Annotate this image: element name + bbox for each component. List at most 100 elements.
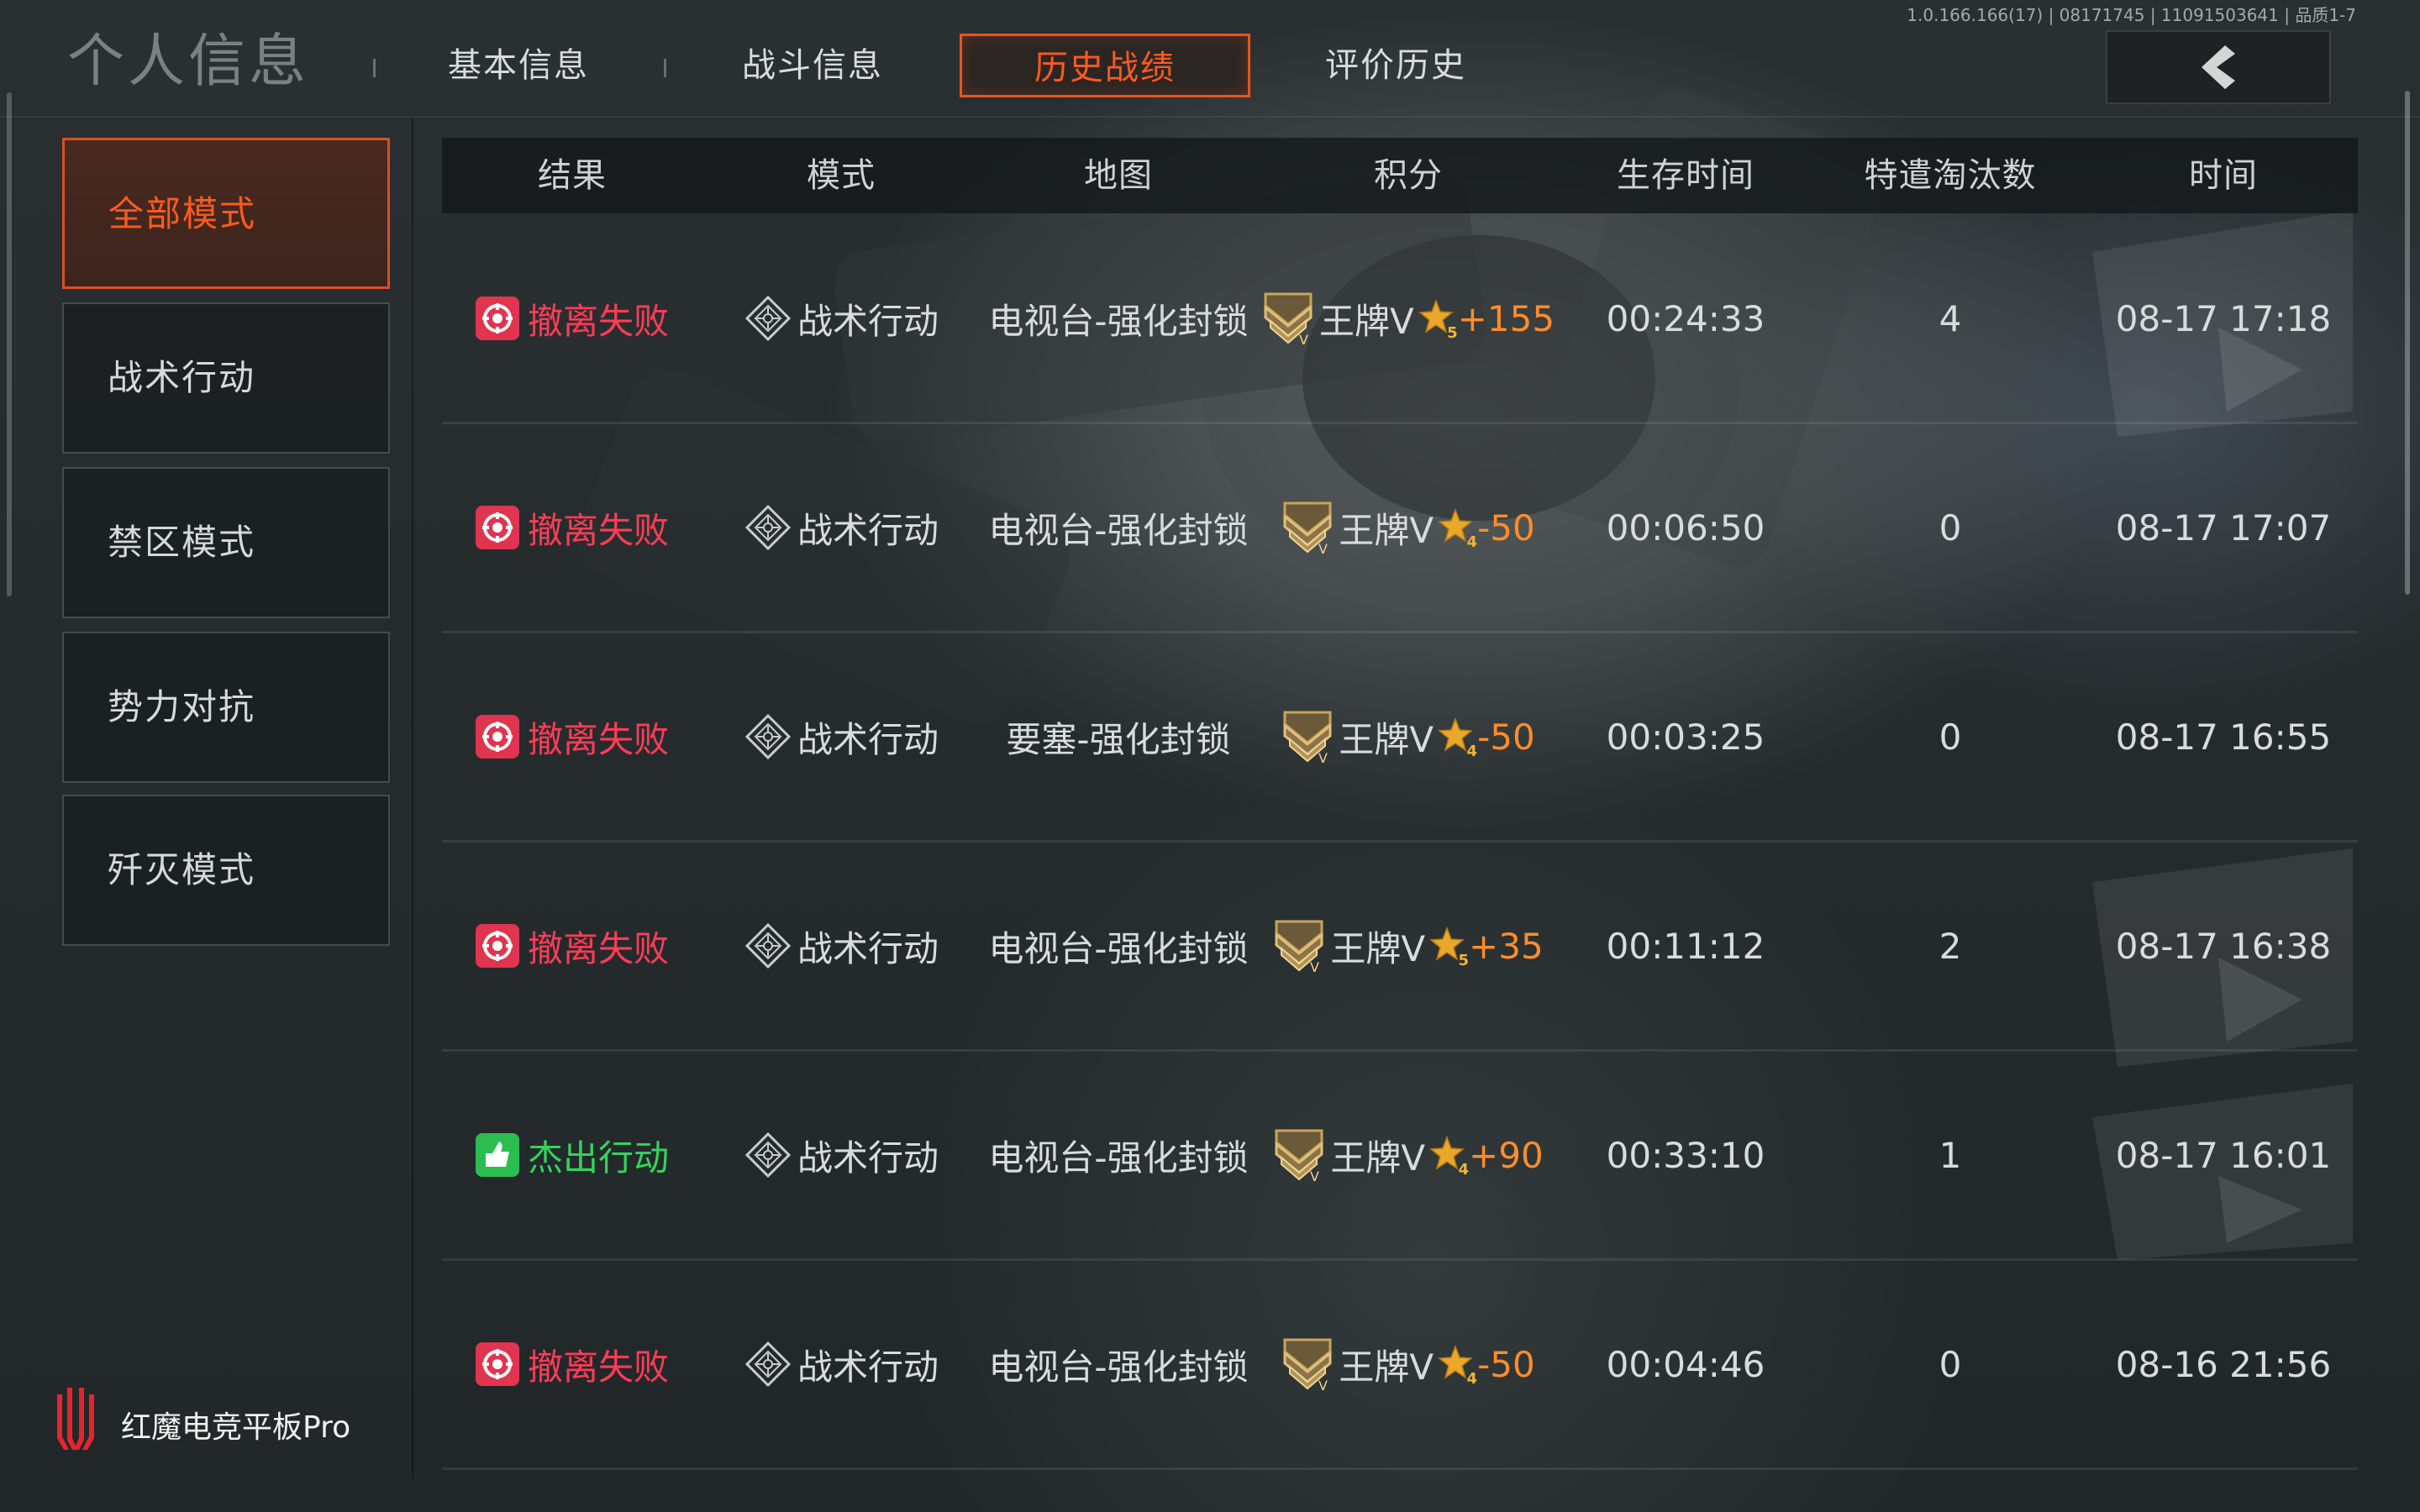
score-cell: V 王牌V 4 -50 bbox=[1257, 1261, 1560, 1467]
back-button[interactable] bbox=[2106, 30, 2331, 104]
survival-time: 00:33:10 bbox=[1606, 1134, 1765, 1176]
score-delta: +35 bbox=[1469, 925, 1544, 967]
map-label: 电视台-强化封锁 bbox=[988, 1346, 1249, 1388]
time-cell: 08-17 17:18 bbox=[2089, 215, 2358, 422]
map-label: 电视台-强化封锁 bbox=[988, 927, 1249, 969]
table-row[interactable]: 撤离失败 战术行动 电视台-强化封锁 V 王牌V 5 +155 00:24:33 4 08-17 … bbox=[442, 215, 2358, 424]
eliminations-cell: 2 bbox=[1812, 843, 2089, 1049]
svg-text:V: V bbox=[1310, 1168, 1319, 1183]
map-cell: 电视台-强化封锁 bbox=[980, 843, 1257, 1049]
survival-time: 00:04:46 bbox=[1606, 1343, 1765, 1385]
survival-time: 00:06:50 bbox=[1606, 507, 1765, 549]
column-header-score: 积分 bbox=[1374, 156, 1443, 195]
extraction-failed-icon bbox=[475, 924, 519, 968]
table-row[interactable]: 撤离失败 战术行动 电视台-强化封锁 V 王牌V 4 -50 00:06:50 0 08-17 1… bbox=[442, 424, 2358, 633]
extraction-failed-icon bbox=[475, 506, 519, 549]
crosshair-diamond-icon bbox=[744, 922, 792, 969]
star-icon: 4 bbox=[1437, 717, 1478, 760]
time-cell: 08-17 16:01 bbox=[2089, 1052, 2358, 1258]
map-cell: 电视台-强化封锁 bbox=[980, 424, 1257, 631]
crosshair-diamond-icon bbox=[744, 1341, 792, 1388]
svg-text:V: V bbox=[1318, 750, 1328, 764]
survival-time-cell: 00:06:50 bbox=[1560, 424, 1812, 631]
extraction-failed-icon bbox=[475, 715, 519, 759]
crosshair-diamond-icon bbox=[744, 504, 792, 551]
top-divider bbox=[0, 116, 2420, 118]
sidebar-item-all-modes[interactable]: 全部模式 bbox=[62, 138, 390, 289]
extraction-failed-icon bbox=[475, 297, 519, 340]
table-row[interactable]: 撤离失败 战术行动 要塞-强化封锁 V 王牌V 4 -50 00:03:25 0 08-17 16… bbox=[442, 633, 2358, 843]
history-record-screen: 1.0.166.166(17) | 08171745 | 11091503641… bbox=[0, 0, 2420, 1512]
score-delta: -50 bbox=[1477, 716, 1535, 758]
result-label: 撤离失败 bbox=[527, 1346, 669, 1388]
sidebar-item-tactical-ops[interactable]: 战术行动 bbox=[62, 302, 390, 454]
eliminations-count: 0 bbox=[1939, 716, 1962, 758]
survival-time-cell: 00:04:46 bbox=[1560, 1261, 1812, 1467]
star-level: 4 bbox=[1466, 743, 1478, 760]
survival-time-cell: 00:24:33 bbox=[1560, 215, 1812, 422]
map-label: 电视台-强化封锁 bbox=[988, 300, 1249, 342]
match-time: 08-17 16:01 bbox=[2115, 1134, 2332, 1176]
match-time: 08-17 17:07 bbox=[2115, 507, 2332, 549]
eliminations-count: 2 bbox=[1939, 925, 1962, 967]
table-row[interactable]: 撤离失败 战术行动 电视台-强化封锁 V 王牌V 4 -50 00:04:46 0 08-16 2… bbox=[442, 1261, 2358, 1470]
eliminations-cell: 4 bbox=[1812, 215, 2089, 422]
svg-text:V: V bbox=[1299, 332, 1308, 346]
tab-basic-info[interactable]: 基本信息 bbox=[373, 34, 664, 97]
star-level: 5 bbox=[1447, 324, 1458, 342]
tab-history-record[interactable]: 历史战绩 bbox=[960, 34, 1250, 97]
mode-label: 战术行动 bbox=[797, 509, 939, 551]
match-time: 08-16 21:56 bbox=[2115, 1343, 2332, 1385]
mode-label: 战术行动 bbox=[797, 1346, 939, 1388]
result-label: 撤离失败 bbox=[527, 927, 669, 969]
score-delta: +90 bbox=[1469, 1134, 1544, 1176]
eliminations-count: 1 bbox=[1939, 1134, 1962, 1176]
ace-rank-badge-icon: V bbox=[1283, 711, 1332, 764]
map-label: 要塞-强化封锁 bbox=[1006, 718, 1231, 760]
column-header-result: 结果 bbox=[538, 156, 607, 195]
tab-review-history[interactable]: 评价历史 bbox=[1250, 34, 1541, 97]
mode-label: 战术行动 bbox=[797, 927, 939, 969]
score-delta: +155 bbox=[1457, 297, 1555, 339]
map-cell: 要塞-强化封锁 bbox=[980, 633, 1257, 840]
star-icon: 5 bbox=[1418, 298, 1458, 342]
eliminations-cell: 0 bbox=[1812, 424, 2089, 631]
time-cell: 08-16 21:56 bbox=[2089, 1261, 2358, 1467]
mode-cell: 战术行动 bbox=[702, 633, 980, 840]
score-cell: V 王牌V 4 -50 bbox=[1257, 633, 1560, 840]
survival-time-cell: 00:33:10 bbox=[1560, 1052, 1812, 1258]
eliminations-cell: 0 bbox=[1812, 1261, 2089, 1467]
eliminations-count: 0 bbox=[1939, 507, 1962, 549]
sidebar-item-restricted-zone[interactable]: 禁区模式 bbox=[62, 467, 390, 618]
chevron-left-icon bbox=[2202, 45, 2235, 89]
table-row[interactable]: 杰出行动 战术行动 电视台-强化封锁 V 王牌V 4 +90 00:33:10 1 08-17 1… bbox=[442, 1052, 2358, 1261]
time-cell: 08-17 16:55 bbox=[2089, 633, 2358, 840]
ace-rank-badge-icon: V bbox=[1283, 501, 1332, 555]
mode-cell: 战术行动 bbox=[702, 1261, 980, 1467]
result-cell: 撤离失败 bbox=[442, 215, 702, 422]
eliminations-count: 4 bbox=[1939, 297, 1962, 339]
left-scrollbar[interactable] bbox=[7, 92, 12, 596]
column-header-survival-time: 生存时间 bbox=[1617, 156, 1754, 195]
star-level: 4 bbox=[1458, 1161, 1470, 1179]
rank-label: 王牌V bbox=[1339, 509, 1434, 551]
sidebar-item-faction-battle[interactable]: 势力对抗 bbox=[62, 632, 390, 783]
mode-label: 战术行动 bbox=[797, 300, 939, 342]
score-delta: -50 bbox=[1477, 507, 1535, 549]
score-cell: V 王牌V 4 +90 bbox=[1257, 1052, 1560, 1258]
sidebar-item-annihilation[interactable]: 歼灭模式 bbox=[62, 795, 390, 946]
survival-time-cell: 00:11:12 bbox=[1560, 843, 1812, 1049]
result-cell: 撤离失败 bbox=[442, 843, 702, 1049]
survival-time: 00:24:33 bbox=[1606, 297, 1765, 339]
table-header: 结果 模式 地图 积分 生存时间 特遣淘汰数 时间 bbox=[442, 138, 2358, 213]
score-delta: -50 bbox=[1477, 1343, 1535, 1385]
tab-battle-info[interactable]: 战斗信息 bbox=[667, 34, 958, 97]
result-cell: 杰出行动 bbox=[442, 1052, 702, 1258]
result-cell: 撤离失败 bbox=[442, 424, 702, 631]
crosshair-diamond-icon bbox=[744, 295, 792, 342]
eliminations-count: 0 bbox=[1939, 1343, 1962, 1385]
mode-label: 战术行动 bbox=[797, 1137, 939, 1179]
svg-text:V: V bbox=[1310, 959, 1319, 974]
right-scrollbar[interactable] bbox=[2405, 91, 2410, 595]
table-row[interactable]: 撤离失败 战术行动 电视台-强化封锁 V 王牌V 5 +35 00:11:12 2 08-17 1… bbox=[442, 843, 2358, 1052]
